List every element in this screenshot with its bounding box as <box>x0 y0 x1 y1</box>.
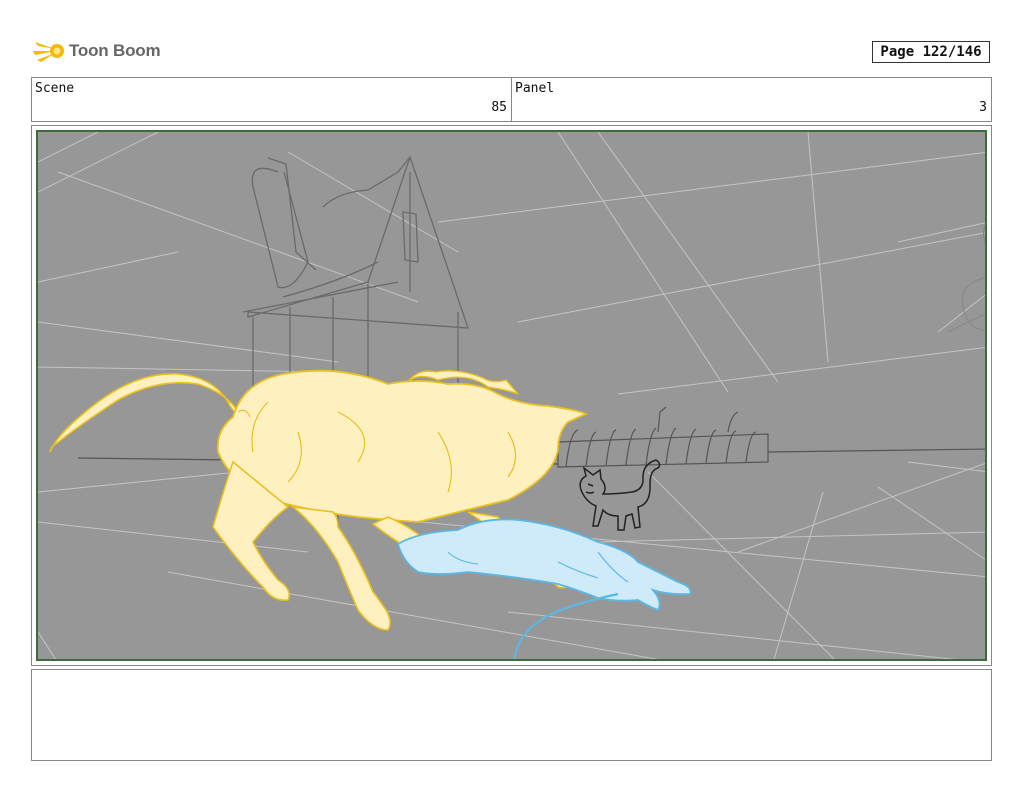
panel-cell: Panel 3 <box>511 78 991 121</box>
page-indicator: Page 122/146 <box>872 41 990 63</box>
yellow-lion-figure <box>49 369 589 631</box>
perspective-guide-lines <box>38 132 985 659</box>
scene-label: Scene <box>35 81 75 96</box>
storyboard-panel-image <box>36 130 987 661</box>
toon-boom-logo: Toon Boom <box>33 36 161 66</box>
panel-artwork <box>38 132 985 659</box>
panel-number: 3 <box>979 100 987 115</box>
panel-label: Panel <box>515 81 555 96</box>
small-cat-figure <box>579 459 661 531</box>
scene-number: 85 <box>491 100 507 115</box>
scene-panel-header: Scene 85 Panel 3 <box>31 77 992 122</box>
circle-sketch <box>947 224 985 333</box>
logo-text: Toon Boom <box>69 41 161 60</box>
panel-notes-box <box>31 669 992 761</box>
scene-cell: Scene 85 <box>32 78 511 121</box>
starburst-logo-icon <box>33 42 64 62</box>
